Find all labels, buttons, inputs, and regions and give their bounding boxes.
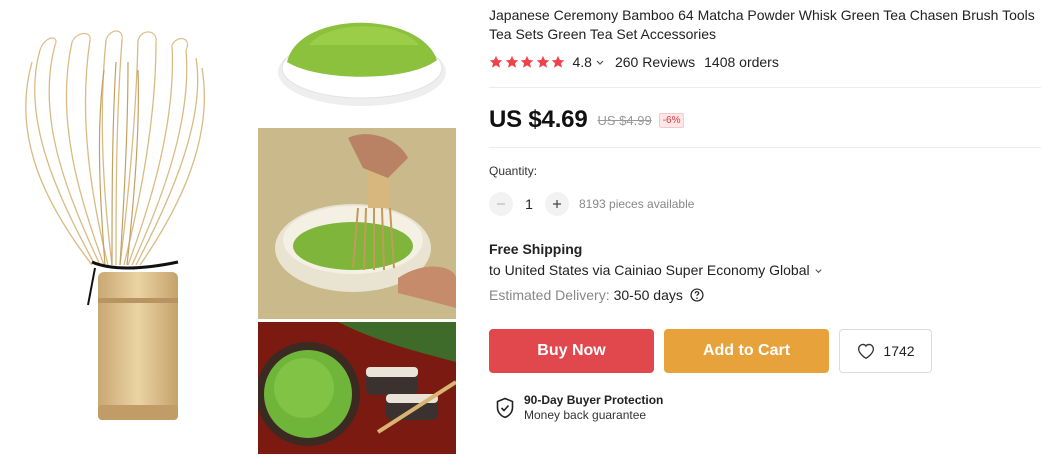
star-icon (520, 55, 534, 68)
add-to-cart-button[interactable]: Add to Cart (664, 329, 829, 373)
available-pieces: 8193 pieces available (579, 197, 695, 211)
delivery-value: 30-50 days (613, 287, 683, 303)
quantity-value[interactable]: 1 (513, 196, 545, 212)
wishlist-count: 1742 (883, 343, 915, 359)
buyer-protection[interactable]: 90-Day Buyer Protection Money back guara… (495, 393, 663, 423)
star-icon (551, 55, 565, 68)
rating-value[interactable]: 4.8 (573, 54, 592, 70)
star-icon (489, 55, 503, 68)
buyer-protection-title: 90-Day Buyer Protection (524, 393, 664, 407)
rating-row: 4.8 260 Reviews 1408 orders (489, 53, 779, 71)
star-icon (536, 55, 549, 68)
chevron-down-icon[interactable] (595, 57, 605, 67)
buyer-protection-text: 90-Day Buyer Protection Money back guara… (524, 393, 663, 423)
product-gallery (0, 0, 470, 461)
minus-icon (497, 203, 505, 205)
product-title: Japanese Ceremony Bamboo 64 Matcha Powde… (489, 7, 1035, 42)
discount-badge: -6% (658, 112, 685, 128)
shipping-title: Free Shipping (489, 241, 583, 257)
reviews-link[interactable]: 260 Reviews (615, 54, 695, 70)
quantity-stepper: 1 8193 pieces available (489, 192, 694, 216)
original-price: US $4.99 (597, 112, 652, 128)
buyer-protection-subtitle: Money back guarantee (524, 408, 647, 422)
thumbnail-matcha-powder[interactable] (259, 0, 456, 125)
increase-quantity-button[interactable] (545, 192, 569, 216)
main-product-image[interactable] (0, 0, 255, 461)
divider (489, 87, 1041, 88)
thumbnail-matcha-sweets[interactable] (258, 322, 456, 454)
decrease-quantity-button[interactable] (489, 192, 513, 216)
current-price: US $4.69 (489, 106, 588, 133)
thumbnail-whisking[interactable] (258, 128, 456, 319)
star-icon (505, 55, 518, 68)
product-info-panel: Japanese Ceremony Bamboo 64 Matcha Powde… (489, 0, 1043, 461)
buy-now-button[interactable]: Buy Now (489, 329, 654, 373)
price-row: US $4.69 US $4.99 -6% (489, 105, 685, 135)
wishlist-button[interactable]: 1742 (839, 329, 932, 373)
quantity-label: Quantity: (489, 164, 538, 178)
orders-count: 1408 orders (704, 54, 779, 70)
shipping-method[interactable]: to United States via Cainiao Super Econo… (489, 262, 823, 278)
rating-stars (489, 55, 567, 69)
plus-icon (553, 200, 561, 208)
divider (489, 147, 1041, 148)
chevron-down-icon (815, 268, 822, 273)
question-help-icon[interactable] (690, 288, 704, 302)
delivery-label: Estimated Delivery: (489, 287, 610, 303)
shield-check-icon (496, 397, 514, 419)
shipping-method-label: to United States via Cainiao Super Econo… (489, 262, 810, 278)
heart-icon (858, 343, 875, 360)
estimated-delivery: Estimated Delivery: 30-50 days (489, 287, 704, 303)
